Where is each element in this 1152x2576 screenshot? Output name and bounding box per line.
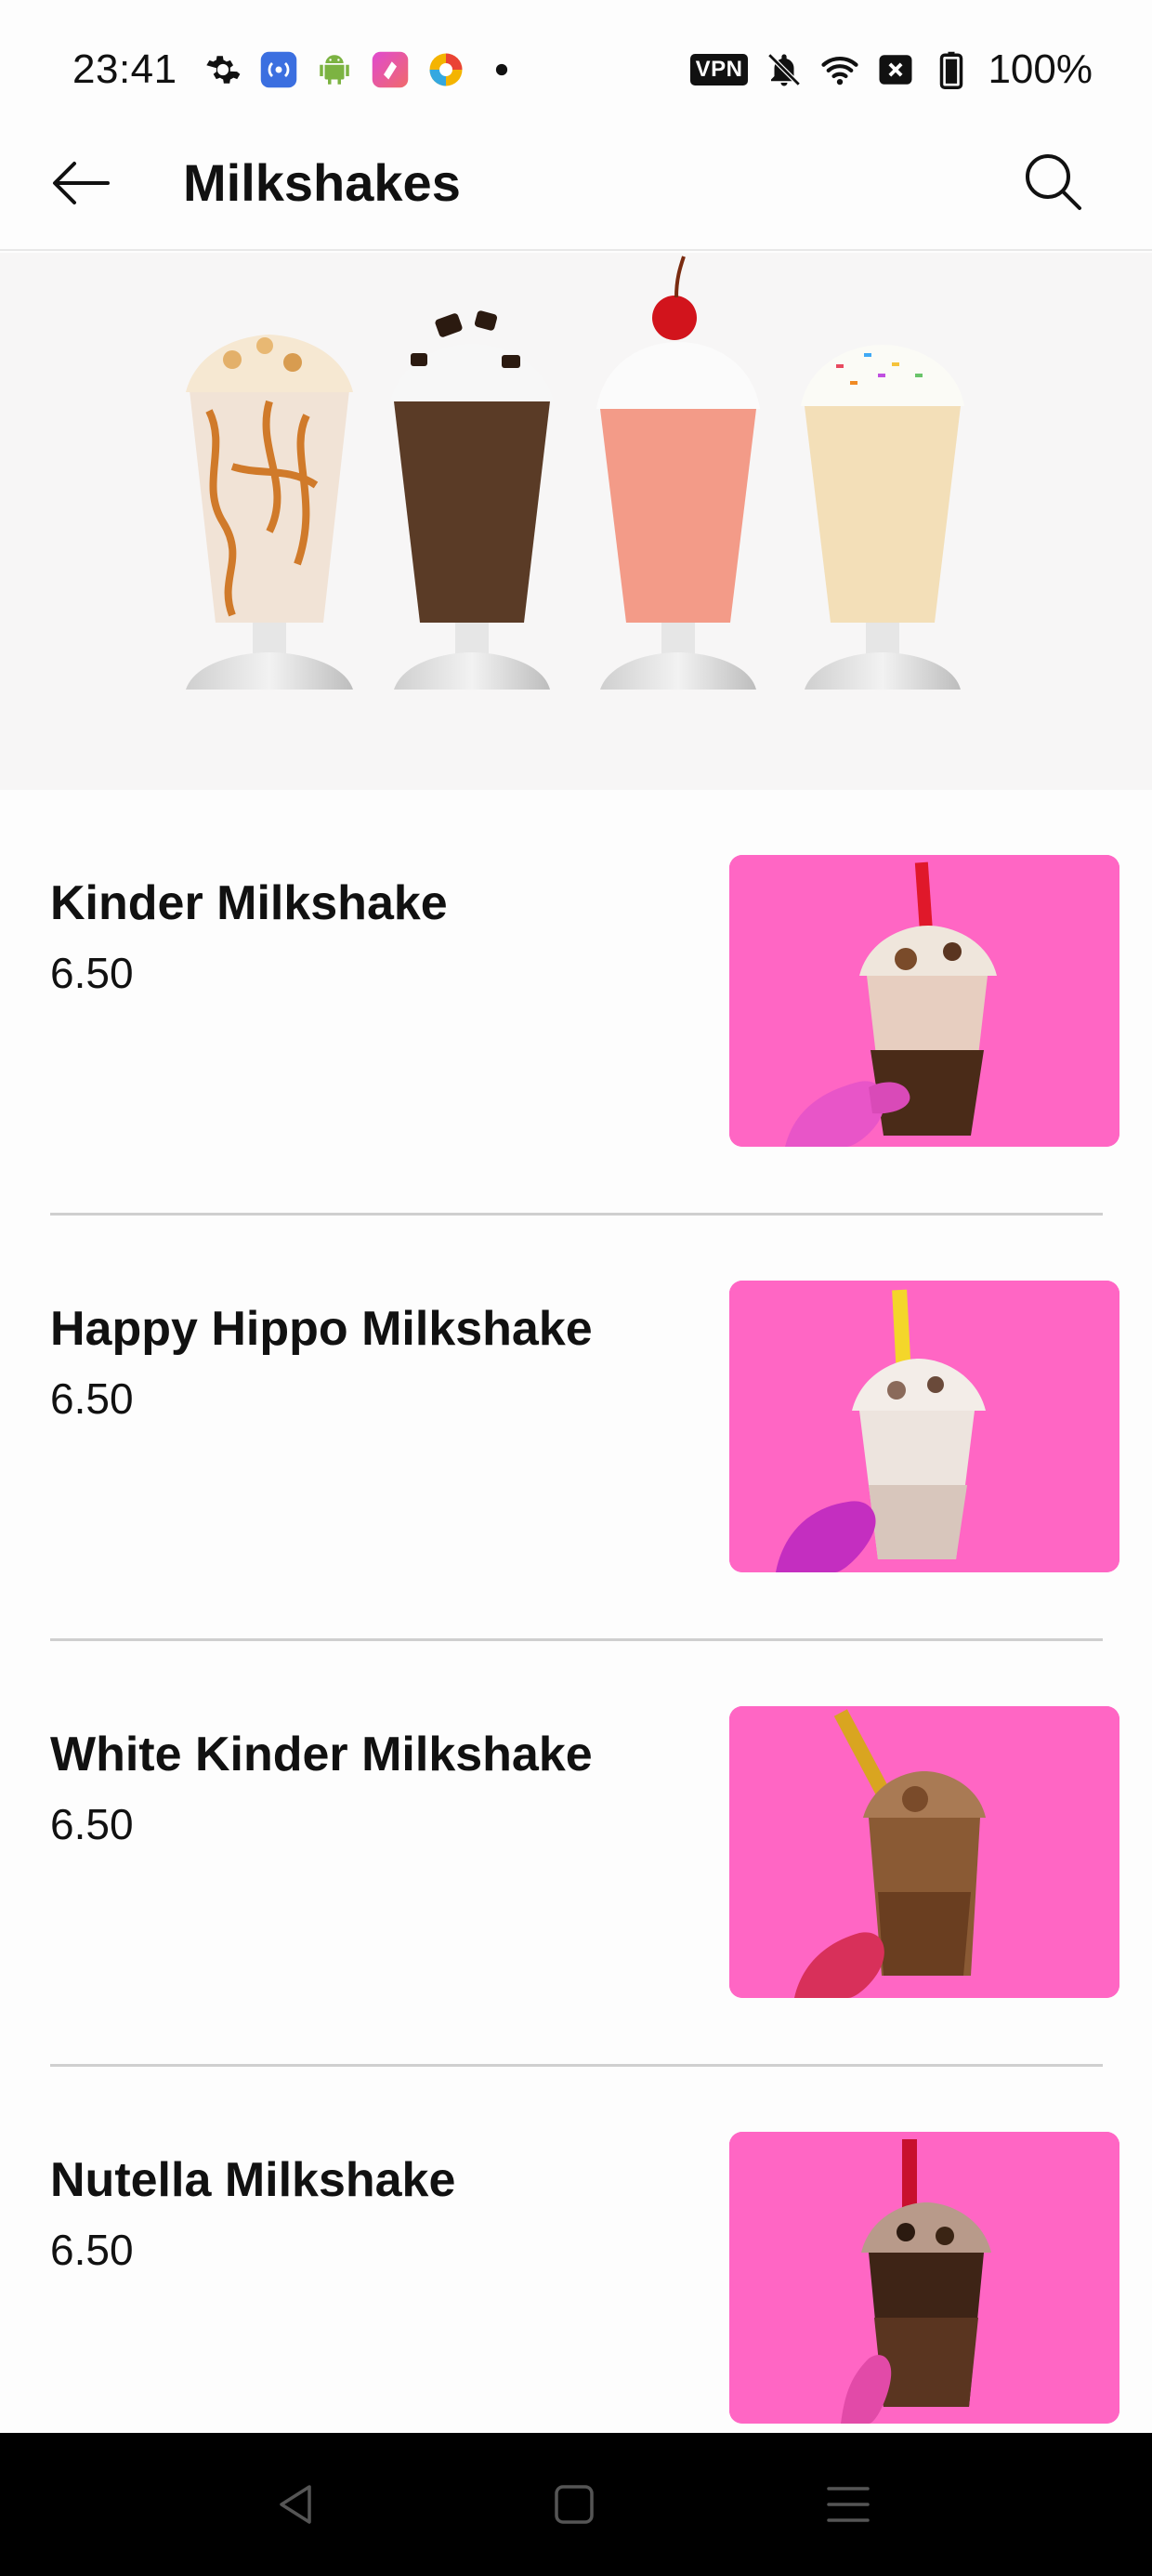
search-button[interactable] — [1018, 147, 1087, 216]
search-icon — [1026, 154, 1081, 210]
dot-icon — [482, 50, 521, 89]
list-item[interactable]: White Kinder Milkshake 6.50 — [0, 1641, 1152, 2067]
product-price: 6.50 — [50, 949, 134, 997]
milkshake-glasses-banner — [186, 256, 964, 690]
no-sim-icon — [876, 50, 915, 89]
battery-icon — [932, 50, 971, 89]
product-image — [729, 1706, 1119, 1998]
product-image — [729, 1281, 1119, 1572]
product-name: Happy Hippo Milkshake — [50, 1302, 593, 1356]
product-image — [729, 2132, 1119, 2424]
app-bar: Milkshakes — [0, 112, 1152, 251]
hero-banner — [0, 253, 1152, 790]
product-name: Kinder Milkshake — [50, 876, 448, 930]
product-name: White Kinder Milkshake — [50, 1728, 593, 1781]
menu-lines-icon — [827, 2487, 870, 2522]
list-item[interactable]: Kinder Milkshake 6.50 — [0, 790, 1152, 1216]
product-price: 6.50 — [50, 2226, 134, 2274]
home-square-icon — [555, 2485, 594, 2524]
notification-icons — [203, 50, 521, 89]
product-price: 6.50 — [50, 1374, 134, 1423]
status-right-icons: VPN 100% — [689, 46, 1093, 93]
nav-back-button[interactable] — [265, 2472, 330, 2537]
product-name: Nutella Milkshake — [50, 2153, 456, 2207]
broadcast-icon — [259, 50, 298, 89]
vpn-badge: VPN — [689, 54, 749, 85]
colorful-app-icon — [426, 50, 465, 89]
battery-percent: 100% — [988, 46, 1093, 92]
android-icon — [315, 50, 354, 89]
arrow-left-icon — [53, 162, 110, 204]
back-button[interactable] — [46, 149, 115, 217]
page-title: Milkshakes — [183, 153, 461, 212]
nav-menu-button[interactable] — [816, 2472, 881, 2537]
product-list: Kinder Milkshake 6.50 Happy Hippo Milksh… — [0, 790, 1152, 2492]
product-image — [729, 855, 1119, 1147]
list-item[interactable]: Nutella Milkshake 6.50 — [0, 2067, 1152, 2492]
shortcut-app-icon — [371, 50, 410, 89]
bell-off-icon — [765, 50, 804, 89]
navigation-bar — [0, 2433, 1152, 2576]
gear-icon — [203, 50, 242, 89]
wifi-icon — [820, 50, 859, 89]
product-price: 6.50 — [50, 1800, 134, 1848]
back-triangle-icon — [280, 2485, 311, 2524]
list-item[interactable]: Happy Hippo Milkshake 6.50 — [0, 1216, 1152, 1641]
status-time: 23:41 — [72, 46, 177, 92]
nav-home-button[interactable] — [542, 2472, 607, 2537]
